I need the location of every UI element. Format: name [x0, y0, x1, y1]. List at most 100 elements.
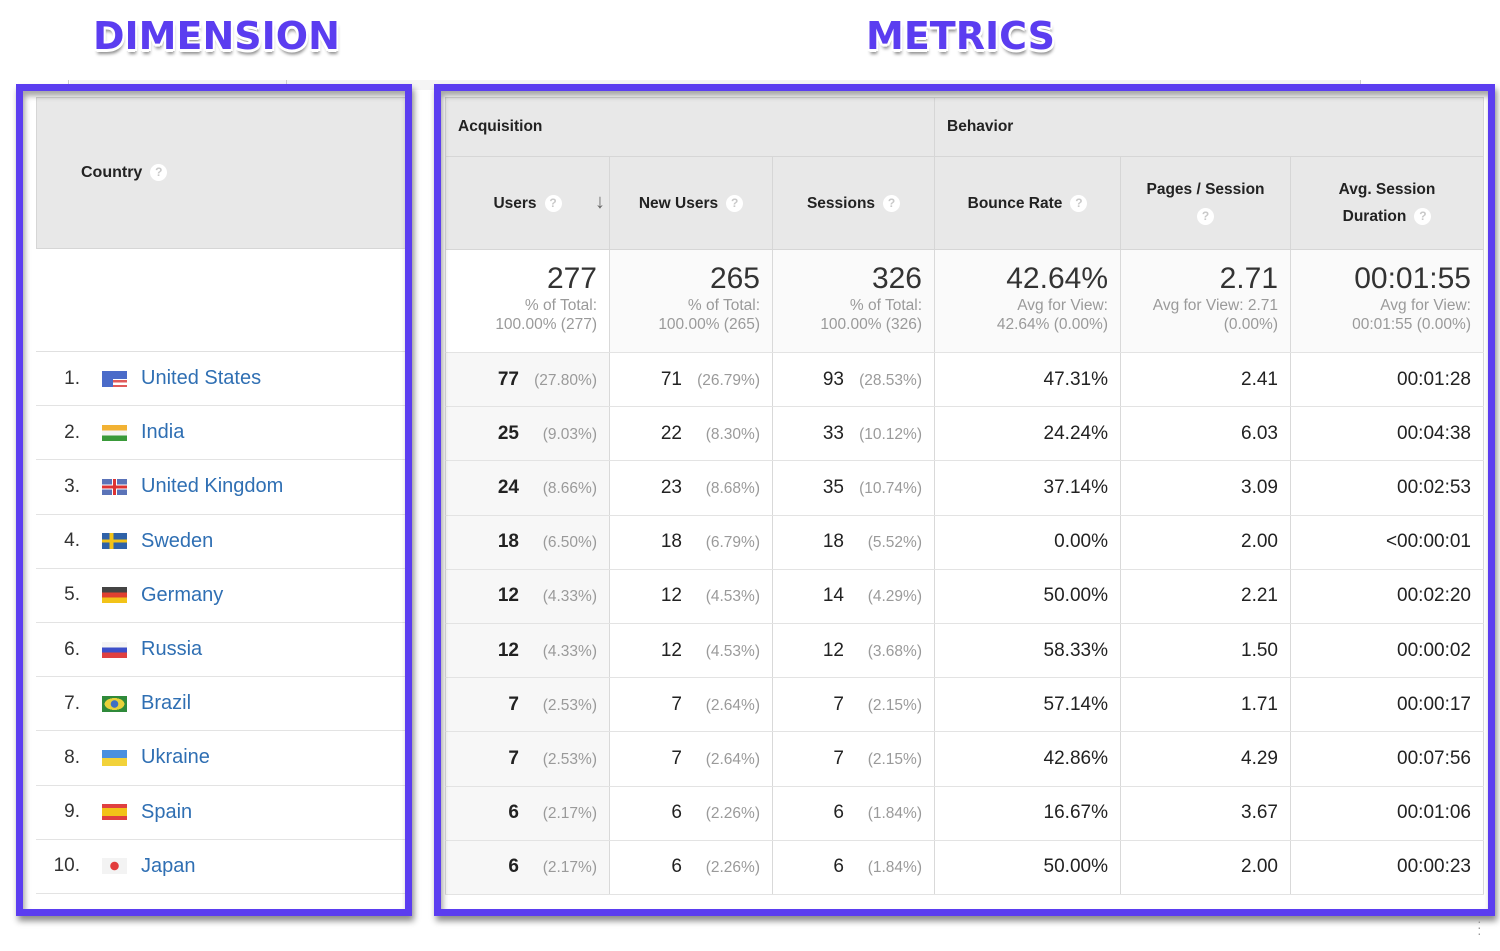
dimension-rows: 1. United States 2. India 3. United Kingdom 4.…	[36, 352, 406, 894]
new-users-value: 6	[671, 856, 682, 878]
users-value: 7	[508, 693, 519, 715]
total-caption: Avg for View:	[1017, 297, 1108, 314]
table-row: 12 (4.33%) 12 (4.53%) 12 (3.68%) 58.33% 1.50 00:…	[445, 623, 1484, 679]
sessions-cell: 12 (3.68%)	[772, 623, 935, 679]
total-caption: 100.00% (277)	[495, 316, 597, 333]
table-row: 3. United Kingdom	[36, 460, 406, 515]
users-value: 77	[497, 368, 519, 390]
dimension-totals-spacer	[36, 249, 406, 352]
users-value: 12	[497, 585, 519, 607]
spain-flag-icon	[102, 804, 127, 821]
new-users-percent: (6.79%)	[705, 534, 760, 552]
bounce-rate-cell: 58.33%	[934, 623, 1121, 679]
row-index: 1.	[64, 367, 80, 389]
sessions-value: 14	[822, 585, 844, 607]
country-link[interactable]: Germany	[141, 584, 223, 607]
sessions-cell: 33 (10.12%)	[772, 406, 935, 462]
users-cell: 7 (2.53%)	[445, 731, 610, 787]
new-users-value: 18	[660, 531, 682, 553]
users-value: 25	[497, 422, 519, 444]
column-header-pages-session[interactable]: Pages / Session?	[1120, 156, 1291, 250]
country-link[interactable]: Japan	[141, 855, 196, 878]
table-row: 4. Sweden	[36, 514, 406, 569]
column-header-sessions[interactable]: Sessions?	[772, 156, 935, 250]
group-header-acquisition: Acquisition	[445, 97, 935, 157]
column-label: Users	[493, 194, 537, 212]
total-pages-session: 2.71 Avg for View: 2.71 (0.00%)	[1120, 249, 1291, 353]
column-header-avg-session-duration[interactable]: Avg. Session Duration?	[1290, 156, 1484, 250]
table-row: 5. Germany	[36, 568, 406, 623]
country-header-label: Country	[81, 164, 143, 181]
dimension-table: Country? 1. United States 2. India 3. United …	[36, 97, 406, 897]
avg-session-duration-cell: 00:04:38	[1290, 406, 1484, 462]
country-link[interactable]: United Kingdom	[141, 475, 283, 498]
users-percent: (2.53%)	[542, 750, 597, 768]
total-caption: % of Total:	[687, 297, 760, 314]
users-cell: 7 (2.53%)	[445, 677, 610, 733]
help-icon[interactable]: ?	[1197, 208, 1214, 226]
new-users-cell: 6 (2.26%)	[609, 840, 773, 895]
country-link[interactable]: India	[141, 421, 184, 444]
country-link[interactable]: Russia	[141, 638, 202, 661]
total-avg-session-duration: 00:01:55 Avg for View: 00:01:55 (0.00%)	[1290, 249, 1484, 353]
ukraine-flag-icon	[102, 749, 127, 766]
country-link[interactable]: Brazil	[141, 692, 191, 715]
users-percent: (2.53%)	[542, 696, 597, 714]
totals-row: 277 % of Total: 100.00% (277) 265 % of Tota…	[445, 249, 1484, 353]
help-icon[interactable]: ?	[1414, 208, 1432, 226]
table-row: 18 (6.50%) 18 (6.79%) 18 (5.52%) 0.00% 2.00 <00:…	[445, 515, 1484, 570]
new-users-percent: (26.79%)	[697, 371, 760, 389]
new-users-percent: (2.64%)	[705, 696, 760, 714]
column-header-bounce-rate[interactable]: Bounce Rate?	[934, 156, 1121, 250]
total-users: 277 % of Total: 100.00% (277)	[445, 249, 610, 353]
users-value: 6	[508, 802, 519, 824]
pages-session-cell: 4.29	[1120, 731, 1291, 787]
help-icon[interactable]: ?	[726, 194, 744, 212]
country-link[interactable]: Ukraine	[141, 746, 210, 769]
sessions-value: 35	[822, 476, 844, 498]
column-header-new-users[interactable]: New Users?	[609, 156, 773, 250]
row-index: 3.	[64, 475, 80, 497]
total-caption: % of Total:	[524, 297, 597, 314]
uk-flag-icon	[102, 478, 127, 495]
sessions-cell: 6 (1.84%)	[772, 786, 935, 841]
avg-session-duration-cell: 00:07:56	[1290, 731, 1484, 787]
users-percent: (27.80%)	[534, 371, 597, 389]
users-cell: 18 (6.50%)	[445, 515, 610, 570]
row-index: 6.	[64, 638, 80, 660]
pages-session-cell: 3.67	[1120, 786, 1291, 841]
sessions-value: 7	[833, 747, 844, 769]
table-row: 9. Spain	[36, 785, 406, 840]
column-header-users[interactable]: Users? ↓	[445, 156, 610, 250]
country-link[interactable]: Spain	[141, 801, 192, 824]
column-label: New Users	[638, 194, 719, 212]
pages-session-cell: 2.00	[1120, 515, 1291, 570]
more-options-icon[interactable]: · · ·	[1477, 914, 1482, 940]
pages-session-cell: 2.00	[1120, 840, 1291, 895]
new-users-cell: 12 (4.53%)	[609, 623, 773, 679]
new-users-cell: 71 (26.79%)	[609, 352, 773, 408]
us-flag-icon	[102, 370, 127, 387]
country-column-header[interactable]: Country?	[81, 164, 168, 182]
bounce-rate-cell: 0.00%	[934, 515, 1121, 570]
total-value: 265	[709, 262, 760, 295]
column-label: Sessions	[806, 194, 876, 212]
help-icon[interactable]: ?	[150, 164, 168, 182]
table-row: 7 (2.53%) 7 (2.64%) 7 (2.15%) 57.14% 1.71 00:00:…	[445, 677, 1484, 733]
country-link[interactable]: Sweden	[141, 530, 213, 553]
new-users-value: 12	[660, 639, 682, 661]
help-icon[interactable]: ?	[1070, 194, 1088, 212]
help-icon[interactable]: ?	[544, 194, 562, 212]
table-row: 8. Ukraine	[36, 731, 406, 786]
sessions-cell: 35 (10.74%)	[772, 460, 935, 516]
table-row: 6. Russia	[36, 622, 406, 678]
divider	[286, 80, 287, 90]
sessions-percent: (2.15%)	[867, 696, 922, 714]
row-index: 5.	[64, 584, 80, 606]
help-icon[interactable]: ?	[883, 194, 901, 212]
sort-descending-icon[interactable]: ↓	[595, 189, 605, 216]
country-link[interactable]: United States	[141, 367, 261, 390]
brazil-flag-icon	[102, 695, 127, 712]
row-index: 4.	[64, 530, 80, 552]
total-value: 277	[546, 262, 597, 295]
